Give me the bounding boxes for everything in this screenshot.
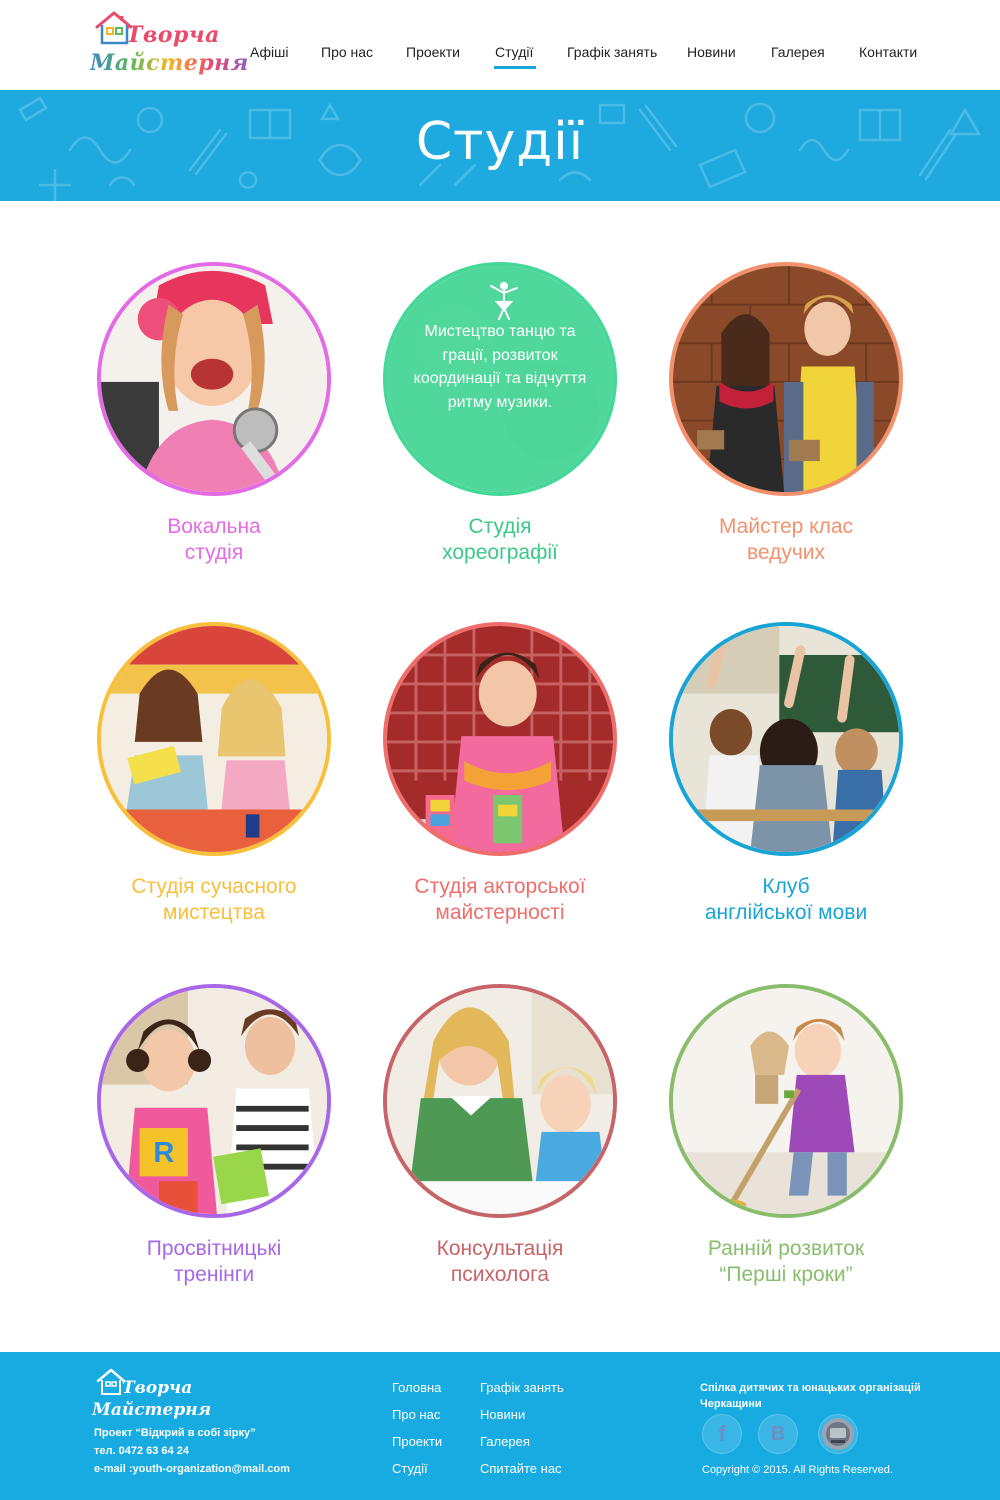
facebook-glyph: f: [718, 1421, 726, 1446]
studio-title-line1: Студія акторської: [414, 875, 586, 898]
footer-phone: тел. 0472 63 64 24: [94, 1445, 189, 1457]
studio-image-hosts: [669, 262, 903, 496]
footer-copyright: Copyright © 2015. All Rights Reserved.: [702, 1464, 893, 1476]
studio-card-hosts[interactable]: Майстер клас ведучих: [666, 262, 906, 566]
studio-title-line2: ведучих: [746, 541, 826, 564]
studio-title-line1: Клуб: [762, 875, 810, 898]
studio-image-modern-art: [97, 622, 331, 856]
studio-image-vocal: [97, 262, 331, 496]
studio-image-psychologist: [383, 984, 617, 1218]
footer-link-news[interactable]: Новини: [480, 1407, 525, 1422]
studio-title-line2: студія: [184, 541, 244, 564]
studio-title: Консультація психолога: [380, 1236, 620, 1288]
studio-card-english[interactable]: Клуб англійської мови: [666, 622, 906, 926]
nav-item-news[interactable]: Новини: [687, 44, 736, 60]
studio-card-acting[interactable]: Студія акторської майстерності: [380, 622, 620, 926]
footer-link-about[interactable]: Про нас: [392, 1407, 440, 1422]
footer-logo[interactable]: Творча Майстерня: [92, 1368, 211, 1426]
studio-title: Студія акторської майстерності: [380, 874, 620, 926]
facebook-icon[interactable]: f: [702, 1414, 742, 1454]
studio-title: Студія хореографії: [380, 514, 620, 566]
organization-emblem: [822, 1418, 854, 1450]
footer-logo-line2: Майстерня: [92, 1400, 212, 1420]
studio-title-line1: Майстер клас: [718, 515, 854, 538]
studio-title-line2: хореографії: [442, 541, 558, 564]
studio-title: Майстер клас ведучих: [666, 514, 906, 566]
footer-link-gallery[interactable]: Галерея: [480, 1434, 530, 1449]
footer-email[interactable]: e-mail :youth-organization@mail.com: [94, 1463, 290, 1475]
studio-card-psychologist[interactable]: Консультація психолога: [380, 984, 620, 1288]
vk-icon[interactable]: В: [758, 1414, 798, 1454]
footer-link-schedule[interactable]: Графік занять: [480, 1380, 564, 1395]
footer-link-home[interactable]: Головна: [392, 1380, 441, 1395]
footer: Творча Майстерня Проект “Відкрий в собі …: [0, 1352, 1000, 1500]
studio-title-line1: Студія сучасного: [131, 875, 297, 898]
studio-title-line1: Вокальна: [167, 515, 261, 538]
page-banner: Студії: [0, 90, 1000, 201]
main-nav: Афіші Про нас Проекти Студії Графік заня…: [0, 44, 1000, 74]
studio-card-trainings[interactable]: R Просвітницькі тренінги: [94, 984, 334, 1288]
footer-organization: Спілка дитячих та юнацьких організацій Ч…: [700, 1382, 921, 1410]
studio-title-line2: “Перші кроки”: [719, 1263, 853, 1286]
footer-project: Проект “Відкрий в собі зірку”: [94, 1427, 256, 1439]
studio-title: Вокальна студія: [94, 514, 334, 566]
studio-card-modern-art[interactable]: Студія сучасного мистецтва: [94, 622, 334, 926]
nav-item-contacts[interactable]: Контакти: [859, 44, 917, 60]
footer-logo-line1: Творча: [122, 1378, 193, 1398]
nav-item-projects[interactable]: Проекти: [406, 44, 460, 60]
studio-title: Просвітницькі тренінги: [94, 1236, 334, 1288]
svg-text:R: R: [153, 1137, 174, 1169]
nav-item-schedule[interactable]: Графік занять: [567, 44, 657, 60]
studio-image-choreography: Мистецтво танцю та грації, розвиток коор…: [383, 262, 617, 496]
studio-image-english: [669, 622, 903, 856]
studio-title: Ранній розвиток “Перші кроки”: [666, 1236, 906, 1288]
studio-card-vocal[interactable]: Вокальна студія: [94, 262, 334, 566]
studio-description: Мистецтво танцю та грації, розвиток коор…: [413, 323, 587, 411]
footer-link-studios[interactable]: Студії: [392, 1461, 428, 1476]
footer-link-projects[interactable]: Проекти: [392, 1434, 442, 1449]
footer-link-ask-us[interactable]: Спитайте нас: [480, 1461, 562, 1476]
studio-title-line1: Студія: [468, 515, 532, 538]
nav-item-about[interactable]: Про нас: [321, 44, 373, 60]
studio-title-line2: мистецтва: [163, 901, 265, 924]
studio-image-acting: [383, 622, 617, 856]
vk-glyph: В: [770, 1423, 786, 1445]
header: Творча Майстерня Афіші Про нас Проекти С…: [0, 0, 1000, 90]
nav-item-afishi[interactable]: Афіші: [250, 44, 288, 60]
studio-title-line2: англійської мови: [704, 901, 868, 924]
studio-title: Клуб англійської мови: [666, 874, 906, 926]
nav-item-gallery[interactable]: Галерея: [771, 44, 825, 60]
studio-card-choreography[interactable]: Мистецтво танцю та грації, розвиток коор…: [380, 262, 620, 566]
studio-title-line2: психолога: [450, 1263, 550, 1286]
studio-image-early-development: [669, 984, 903, 1218]
studio-title: Студія сучасного мистецтва: [94, 874, 334, 926]
studio-image-trainings: R: [97, 984, 331, 1218]
organization-logo-icon[interactable]: [818, 1414, 858, 1454]
studio-title-line1: Ранній розвиток: [707, 1237, 865, 1260]
nav-item-studios[interactable]: Студії: [493, 44, 537, 69]
studio-title-line1: Просвітницькі: [146, 1237, 282, 1260]
studio-card-early-development[interactable]: Ранній розвиток “Перші кроки”: [666, 984, 906, 1288]
ballerina-icon: [490, 282, 518, 320]
studio-title-line1: Консультація: [436, 1237, 564, 1260]
studio-title-line2: майстерності: [435, 901, 565, 924]
studio-title-line2: тренінги: [173, 1263, 255, 1286]
page-title: Студії: [415, 112, 585, 172]
